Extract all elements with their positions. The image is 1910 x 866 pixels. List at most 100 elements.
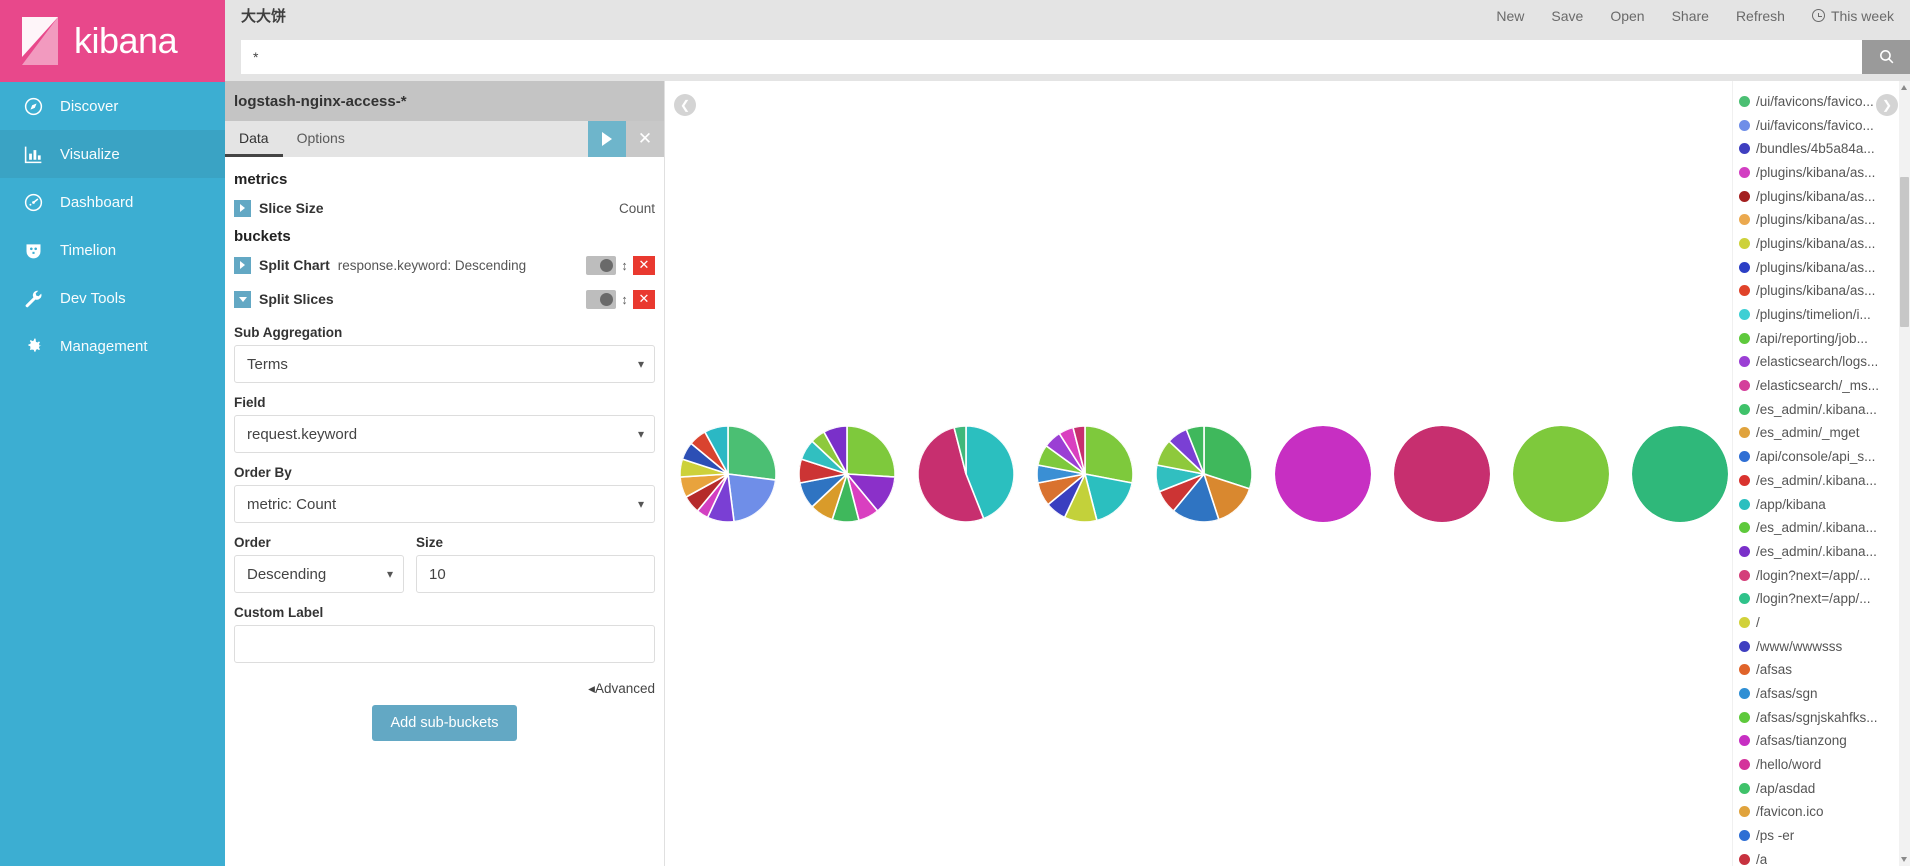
chevron-down-icon[interactable] <box>234 290 251 308</box>
pie-chart-2[interactable] <box>798 425 895 522</box>
pie-slice[interactable] <box>726 472 776 522</box>
remove-bucket-button[interactable]: ✕ <box>633 255 655 275</box>
sidebar-item-timelion[interactable]: Timelion <box>0 226 225 274</box>
legend-item[interactable]: /a <box>1735 847 1910 866</box>
legend-item[interactable]: /plugins/kibana/as... <box>1735 232 1910 256</box>
nav-share[interactable]: Share <box>1672 8 1709 24</box>
legend-item[interactable]: /plugins/kibana/as... <box>1735 255 1910 279</box>
add-sub-buckets-button[interactable]: Add sub-buckets <box>372 705 517 742</box>
legend-item[interactable]: /plugins/kibana/as... <box>1735 208 1910 232</box>
legend-item[interactable]: /api/console/api_s... <box>1735 445 1910 469</box>
legend-item[interactable]: /app/kibana <box>1735 492 1910 516</box>
pie-chart-1[interactable] <box>679 425 776 522</box>
legend-label: /plugins/kibana/as... <box>1756 212 1876 228</box>
apply-changes-button[interactable] <box>588 121 626 158</box>
legend-item[interactable]: /ps -er <box>1735 824 1910 848</box>
nav-open[interactable]: Open <box>1610 8 1644 24</box>
legend-color-dot <box>1739 782 1750 794</box>
field-select[interactable]: request.keyword <box>234 415 655 454</box>
tab-data[interactable]: Data <box>225 121 283 158</box>
pie-chart-3[interactable] <box>917 425 1014 522</box>
search-input[interactable] <box>241 39 1862 74</box>
scroll-up-icon[interactable] <box>1901 85 1907 91</box>
size-input[interactable] <box>416 555 655 594</box>
legend-item[interactable]: /plugins/kibana/as... <box>1735 161 1910 185</box>
discard-changes-button[interactable]: ✕ <box>626 121 664 158</box>
legend-item[interactable]: /favicon.ico <box>1735 800 1910 824</box>
nav-save[interactable]: Save <box>1551 8 1583 24</box>
legend-item[interactable]: /afsas/sgn <box>1735 682 1910 706</box>
legend-color-dot <box>1739 664 1750 676</box>
legend-item[interactable]: /api/reporting/job... <box>1735 326 1910 350</box>
custom-label-input[interactable] <box>234 625 655 664</box>
drag-handle-icon[interactable]: ↕ <box>616 292 633 307</box>
nav-new[interactable]: New <box>1496 8 1524 24</box>
bucket-row-split-chart[interactable]: Split Chart response.keyword: Descending… <box>234 251 655 279</box>
sidebar-label-dashboard: Dashboard <box>60 193 134 211</box>
legend-color-dot <box>1739 332 1750 344</box>
legend-scrollbar[interactable] <box>1899 81 1910 866</box>
remove-bucket-button[interactable]: ✕ <box>633 289 655 309</box>
pie-chart-4[interactable] <box>1036 425 1133 522</box>
pie-slice[interactable] <box>1274 425 1371 522</box>
pie-slice[interactable] <box>1083 425 1133 484</box>
sidebar-item-dashboard[interactable]: Dashboard <box>0 178 225 226</box>
chevron-right-icon[interactable] <box>234 199 251 217</box>
pie-chart-9[interactable] <box>1631 425 1728 522</box>
legend-item[interactable]: /es_admin/_mget <box>1735 421 1910 445</box>
legend-item[interactable]: /ap/asdad <box>1735 776 1910 800</box>
legend-item[interactable]: /es_admin/.kibana... <box>1735 516 1910 540</box>
sidebar-item-management[interactable]: Management <box>0 322 225 370</box>
legend-scroll-thumb[interactable] <box>1900 177 1909 328</box>
legend-item[interactable]: / <box>1735 611 1910 635</box>
legend-item[interactable]: /hello/word <box>1735 753 1910 777</box>
legend-item[interactable]: /ui/favicons/favico... <box>1735 113 1910 137</box>
legend-item[interactable]: /es_admin/.kibana... <box>1735 397 1910 421</box>
pie-slice[interactable] <box>726 425 776 481</box>
order-by-value: metric: Count <box>247 495 337 513</box>
toggle-bucket-enabled[interactable] <box>586 255 616 275</box>
legend-item[interactable]: /afsas <box>1735 658 1910 682</box>
tab-options[interactable]: Options <box>283 121 359 157</box>
main-region: 大大饼 New Save Open Share Refresh This wee… <box>225 0 1910 866</box>
drag-handle-icon[interactable]: ↕ <box>616 258 633 273</box>
sidebar-item-visualize[interactable]: Visualize <box>0 130 225 178</box>
order-by-select[interactable]: metric: Count <box>234 485 655 524</box>
kibana-logo-icon <box>12 13 68 69</box>
legend-item[interactable]: /www/wwwsss <box>1735 634 1910 658</box>
sidebar-item-discover[interactable]: Discover <box>0 82 225 130</box>
scroll-down-icon[interactable] <box>1901 857 1907 862</box>
legend-item[interactable]: /es_admin/.kibana... <box>1735 540 1910 564</box>
toggle-bucket-enabled[interactable] <box>586 289 616 309</box>
legend-item[interactable]: /bundles/4b5a84a... <box>1735 137 1910 161</box>
advanced-toggle[interactable]: ◂Advanced <box>234 681 655 697</box>
pie-chart-6[interactable] <box>1274 425 1371 522</box>
pie-slice[interactable] <box>1631 425 1728 522</box>
legend-item[interactable]: /elasticsearch/logs... <box>1735 350 1910 374</box>
legend-item[interactable]: /login?next=/app/... <box>1735 587 1910 611</box>
legend-item[interactable]: /plugins/kibana/as... <box>1735 279 1910 303</box>
search-button[interactable] <box>1862 39 1910 74</box>
legend-item[interactable]: /afsas/tianzong <box>1735 729 1910 753</box>
sidebar-item-dev-tools[interactable]: Dev Tools <box>0 274 225 322</box>
legend-item[interactable]: /plugins/kibana/as... <box>1735 184 1910 208</box>
time-picker-button[interactable]: This week <box>1811 8 1894 24</box>
pie-chart-8[interactable] <box>1512 425 1609 522</box>
legend-item[interactable]: /es_admin/.kibana... <box>1735 468 1910 492</box>
bucket-row-split-slices[interactable]: Split Slices ↕ ✕ <box>234 285 655 313</box>
legend-item[interactable]: /elasticsearch/_ms... <box>1735 374 1910 398</box>
sub-aggregation-select[interactable]: Terms <box>234 345 655 384</box>
pie-slice[interactable] <box>1512 425 1609 522</box>
metric-row-slice-size[interactable]: Slice Size Count <box>234 194 655 222</box>
nav-refresh[interactable]: Refresh <box>1736 8 1785 24</box>
kibana-logo[interactable]: kibana <box>0 0 225 82</box>
order-select[interactable]: Descending <box>234 555 404 594</box>
pie-chart-7[interactable] <box>1393 425 1490 522</box>
pie-chart-5[interactable] <box>1155 425 1252 522</box>
legend-item[interactable]: /plugins/timelion/i... <box>1735 303 1910 327</box>
legend-item[interactable]: /afsas/sgnjskahfks... <box>1735 705 1910 729</box>
pie-slice[interactable] <box>1393 425 1490 522</box>
legend-item[interactable]: /login?next=/app/... <box>1735 563 1910 587</box>
chevron-right-icon[interactable] <box>234 256 251 274</box>
pie-slice[interactable] <box>845 425 895 478</box>
